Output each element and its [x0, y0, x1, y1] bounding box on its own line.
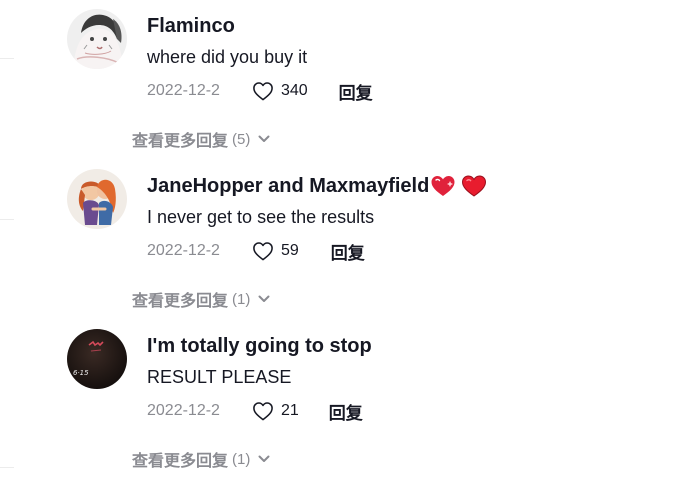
manga-drawing-icon	[67, 9, 127, 69]
divider-stub	[0, 467, 14, 468]
svg-text:6·15: 6·15	[73, 369, 89, 377]
comment-meta: 2022-12-2 59 回复	[147, 239, 365, 263]
cartoon-couple-icon	[67, 169, 127, 229]
comment-date: 2022-12-2	[147, 242, 220, 259]
like-button[interactable]: 21	[252, 401, 299, 421]
heart-sparkle-emoji-icon	[431, 176, 455, 196]
comment-meta: 2022-12-2 21 回复	[147, 399, 363, 423]
view-more-replies-label: 查看更多回复	[132, 453, 229, 470]
like-count: 21	[280, 402, 299, 419]
comment-text: where did you buy it	[147, 47, 308, 67]
view-more-replies-button[interactable]: 查看更多回复 (1)	[132, 447, 270, 471]
heart-outline-icon	[253, 402, 273, 421]
replies-count: (1)	[232, 290, 251, 308]
chevron-down-icon	[258, 455, 270, 462]
divider-stub	[0, 219, 14, 220]
user-avatar[interactable]	[67, 9, 127, 69]
view-more-replies-label: 查看更多回复	[132, 293, 229, 310]
comment-text: RESULT PLEASE	[147, 367, 292, 387]
view-more-replies-label: 查看更多回复	[132, 133, 229, 150]
comment-meta: 2022-12-2 340 回复	[147, 79, 373, 103]
chevron-down-icon	[258, 295, 270, 302]
comment-username[interactable]: I'm totally going to stop	[147, 334, 372, 358]
like-button[interactable]: 340	[252, 81, 308, 101]
comment-date: 2022-12-2	[147, 82, 220, 99]
user-avatar[interactable]: 6·15	[67, 329, 127, 389]
like-count: 340	[280, 82, 308, 99]
replies-count: (1)	[232, 450, 251, 468]
comment-text: I never get to see the results	[147, 207, 375, 227]
reply-button[interactable]: 回复	[331, 239, 365, 264]
comment-username[interactable]: JaneHopper and Maxmayfield	[147, 174, 487, 198]
reply-button[interactable]: 回复	[329, 399, 363, 424]
chevron-down-icon	[258, 135, 270, 142]
divider-stub	[0, 58, 14, 59]
comment-date: 2022-12-2	[147, 402, 220, 419]
view-more-replies-button[interactable]: 查看更多回复 (5)	[132, 127, 270, 151]
comment-username[interactable]: Flaminco	[147, 14, 235, 38]
dark-photo-icon: 6·15	[67, 329, 127, 389]
red-heart-emoji-icon	[462, 175, 487, 197]
reply-button[interactable]: 回复	[339, 79, 373, 104]
replies-count: (5)	[232, 130, 251, 148]
heart-outline-icon	[253, 82, 273, 101]
heart-outline-icon	[253, 242, 273, 261]
view-more-replies-button[interactable]: 查看更多回复 (1)	[132, 287, 270, 311]
like-count: 59	[280, 242, 299, 259]
user-avatar[interactable]	[67, 169, 127, 229]
like-button[interactable]: 59	[252, 241, 299, 261]
